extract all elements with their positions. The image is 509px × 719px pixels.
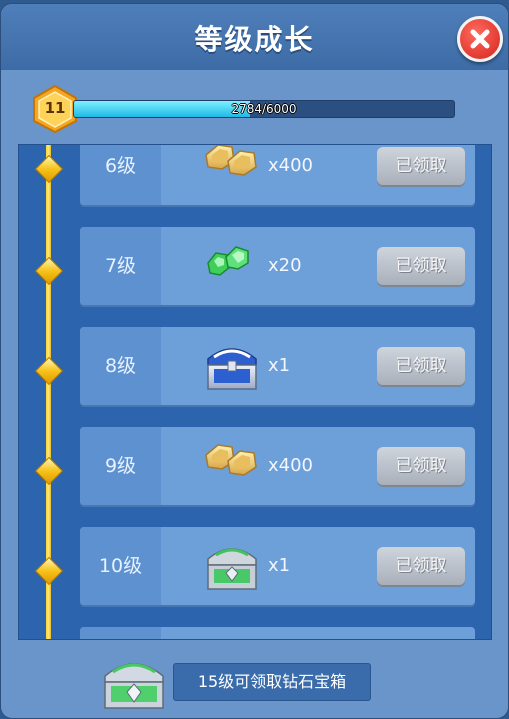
row-quantity: x20 — [268, 255, 302, 276]
row-quantity: x400 — [268, 455, 314, 476]
close-icon — [470, 29, 490, 49]
xp-progress-bar: 2784/6000 — [73, 100, 455, 118]
claimed-button[interactable]: 已领取 — [377, 347, 465, 385]
reward-row-partial — [80, 627, 475, 639]
level-growth-window: 等级成长 11 2784/6000 6级 x400 已领取 7级 x20 已领取… — [0, 3, 509, 719]
row-level: 7级 — [80, 227, 161, 305]
reward-row: 8级 x1 已领取 — [80, 327, 475, 405]
diamond-chest-icon — [99, 652, 169, 712]
timeline-node-icon — [34, 456, 64, 486]
row-quantity: x400 — [268, 155, 314, 176]
close-button[interactable] — [457, 16, 503, 62]
page-title: 等级成长 — [194, 23, 315, 56]
coins-icon — [200, 145, 264, 193]
claimed-button[interactable]: 已领取 — [377, 147, 465, 185]
next-reward-label: 15级可领取钻石宝箱 — [173, 663, 371, 701]
blue-chest-icon — [200, 337, 264, 393]
level-badge: 11 — [31, 84, 79, 134]
timeline-node-icon — [34, 154, 64, 184]
claimed-button[interactable]: 已领取 — [377, 547, 465, 585]
coins-icon — [200, 437, 264, 493]
xp-progress-text: 2784/6000 — [231, 102, 297, 116]
reward-row: 10级 x1 已领取 — [80, 527, 475, 605]
row-quantity: x1 — [268, 355, 291, 376]
row-level: 8级 — [80, 327, 161, 405]
reward-row: 6级 x400 已领取 — [80, 145, 475, 205]
row-level: 6级 — [80, 145, 161, 205]
row-level — [80, 627, 161, 639]
timeline-node-icon — [34, 256, 64, 286]
row-level: 9级 — [80, 427, 161, 505]
reward-row: 9级 x400 已领取 — [80, 427, 475, 505]
reward-row: 7级 x20 已领取 — [80, 227, 475, 305]
timeline-node-icon — [34, 556, 64, 586]
claimed-button[interactable]: 已领取 — [377, 247, 465, 285]
window-header: 等级成长 — [1, 4, 508, 70]
row-level: 10级 — [80, 527, 161, 605]
green-chest-icon — [200, 537, 264, 593]
player-level: 11 — [44, 99, 66, 117]
gems-icon — [200, 237, 264, 293]
claimed-button[interactable]: 已领取 — [377, 447, 465, 485]
row-quantity: x1 — [268, 555, 291, 576]
reward-list[interactable]: 6级 x400 已领取 7级 x20 已领取 8级 x1 已领取 9级 x400… — [18, 144, 492, 640]
timeline-node-icon — [34, 356, 64, 386]
